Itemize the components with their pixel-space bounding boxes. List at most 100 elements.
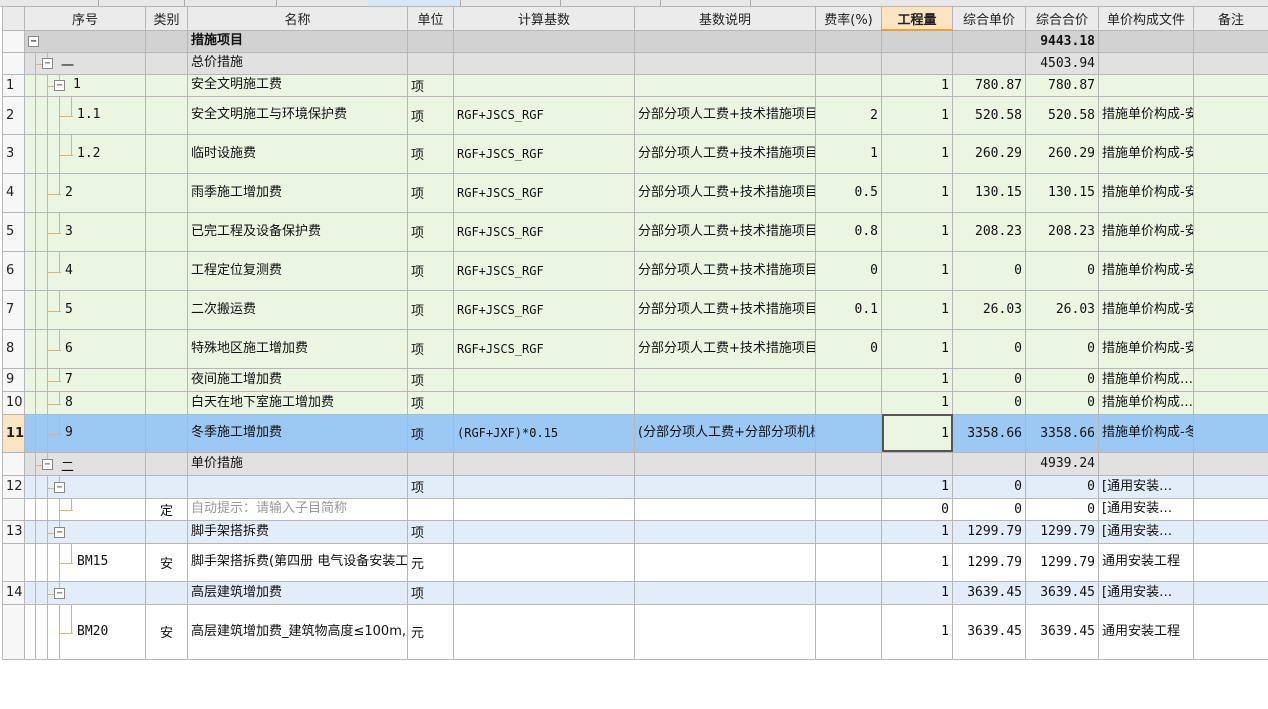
collapse-toggle-icon[interactable]: − — [54, 526, 65, 538]
col-header-base-desc[interactable]: 基数说明 — [634, 6, 816, 31]
total-price-cell[interactable]: 260.29 — [1025, 133, 1099, 174]
collapse-toggle-icon[interactable]: − — [54, 481, 65, 493]
unit-price-cell[interactable]: 3639.45 — [952, 603, 1026, 660]
seq-cell[interactable]: 4 — [24, 250, 146, 291]
seq-cell[interactable]: 3 — [24, 211, 146, 252]
rate-cell[interactable] — [815, 474, 882, 499]
name-cell[interactable]: 雨季施工增加费 — [187, 172, 408, 213]
remark-cell[interactable] — [1193, 73, 1268, 97]
price-file-cell[interactable] — [1098, 451, 1194, 476]
seq-cell[interactable]: 8 — [24, 390, 146, 415]
category-cell[interactable] — [145, 250, 188, 291]
base-desc-cell[interactable]: 分部分项人工费+技术措施项目人工费 — [634, 328, 816, 369]
name-cell[interactable]: 总价措施 — [187, 51, 408, 75]
base-cell[interactable] — [453, 519, 635, 544]
seq-cell[interactable]: BM20 — [24, 603, 146, 660]
table-row[interactable]: 5 3 已完工程及设备保护费项RGF+JSCS_RGF分部分项人工费+技术措施项目人… — [2, 211, 1268, 252]
remark-cell[interactable] — [1193, 29, 1268, 53]
quantity-cell[interactable]: 1 — [881, 603, 953, 660]
table-row[interactable]: 2 1.1 安全文明施工与环境保护费项 RGF+JSCS_RGF 分部分项人工费+技术措… — [2, 95, 1268, 135]
category-cell[interactable] — [145, 474, 188, 499]
total-price-cell[interactable]: 780.87 — [1025, 73, 1099, 97]
category-cell[interactable] — [145, 51, 188, 75]
total-price-cell[interactable]: 26.03 — [1025, 289, 1099, 330]
unit-cell[interactable] — [407, 497, 454, 521]
quantity-cell[interactable]: 1 — [881, 519, 953, 544]
total-price-cell[interactable]: 208.23 — [1025, 211, 1099, 252]
price-file-cell[interactable]: [通用安装… — [1098, 580, 1194, 605]
quantity-cell[interactable]: 0 — [881, 497, 953, 521]
category-cell[interactable] — [145, 451, 188, 476]
unit-cell[interactable]: 项 — [407, 367, 454, 392]
base-cell[interactable]: RGF+JSCS_RGF — [453, 289, 635, 330]
quantity-cell[interactable]: 1 — [881, 580, 953, 605]
name-cell[interactable]: 安全文明施工费 — [187, 73, 408, 97]
unit-cell[interactable]: 项 — [407, 519, 454, 544]
category-cell[interactable] — [145, 367, 188, 392]
table-row[interactable]: 定自动提示：请输入子目简称 0 0 0 [通用安装… — [2, 497, 1268, 521]
unit-price-cell[interactable]: 260.29 — [952, 133, 1026, 174]
category-cell[interactable] — [145, 328, 188, 369]
category-cell[interactable] — [145, 390, 188, 415]
category-cell[interactable] — [145, 95, 188, 135]
base-cell[interactable]: RGF+JSCS_RGF — [453, 172, 635, 213]
base-cell[interactable] — [453, 451, 635, 476]
unit-cell[interactable] — [407, 51, 454, 75]
table-row[interactable]: 31.2临时设施费项RGF+JSCS_RGF分部分项人工费+技术措施项目人工费1… — [2, 133, 1268, 174]
table-row[interactable]: − 一 总价措施 4503.94 — [2, 51, 1268, 75]
total-price-cell[interactable]: 9443.18 — [1025, 29, 1099, 53]
base-desc-cell[interactable] — [634, 580, 816, 605]
seq-cell[interactable]: 1.2 — [24, 133, 146, 174]
unit-cell[interactable]: 项 — [407, 413, 454, 453]
quantity-cell[interactable] — [881, 29, 953, 53]
base-desc-cell[interactable]: 分部分项人工费+技术措施项目人工费 — [634, 95, 816, 135]
remark-cell[interactable] — [1193, 250, 1268, 291]
unit-price-cell[interactable]: 780.87 — [952, 73, 1026, 97]
col-header-rate[interactable]: 费率(%) — [815, 6, 882, 31]
rate-cell[interactable] — [815, 497, 882, 521]
price-file-cell[interactable]: 措施单价构成-安装工程 — [1098, 250, 1194, 291]
price-file-cell[interactable]: 措施单价构成-安装工程 — [1098, 95, 1194, 135]
price-file-cell[interactable]: 措施单价构成-安装工程 — [1098, 211, 1194, 252]
col-header-name[interactable]: 名称 — [187, 6, 408, 31]
unit-price-cell[interactable]: 3358.66 — [952, 413, 1026, 453]
rate-cell[interactable]: 2 — [815, 95, 882, 135]
unit-price-cell[interactable] — [952, 51, 1026, 75]
seq-cell[interactable]: −1 — [24, 73, 146, 97]
unit-cell[interactable] — [407, 451, 454, 476]
name-cell[interactable]: 高层建筑增加费_建筑物高度≤100m,建筑层数≤30层(第四册 电气设备安装工程… — [187, 603, 408, 660]
name-cell[interactable]: 脚手架搭拆费(第四册 电气设备安装工程) — [187, 542, 408, 582]
seq-cell[interactable]: 7 — [24, 367, 146, 392]
unit-cell[interactable]: 项 — [407, 474, 454, 499]
col-header-seq[interactable]: 序号 — [24, 6, 146, 31]
name-cell[interactable] — [187, 474, 408, 499]
seq-cell[interactable]: 2 — [24, 172, 146, 213]
base-desc-cell[interactable]: (分部分项人工费+分部分项机械费)*0.15 — [634, 413, 816, 453]
price-file-cell[interactable]: 措施单价构成-安装工程 — [1098, 133, 1194, 174]
base-cell[interactable]: RGF+JSCS_RGF — [453, 95, 635, 135]
unit-price-cell[interactable]: 208.23 — [952, 211, 1026, 252]
unit-cell[interactable]: 项 — [407, 580, 454, 605]
seq-cell[interactable]: − — [24, 29, 146, 53]
base-cell[interactable] — [453, 367, 635, 392]
table-row[interactable]: 4 2 雨季施工增加费项RGF+JSCS_RGF分部分项人工费+技术措施项目人工费0… — [2, 172, 1268, 213]
price-file-cell[interactable]: 措施单价构成-冬季施… — [1098, 413, 1194, 453]
quantity-cell[interactable]: 1 — [881, 250, 953, 291]
remark-cell[interactable] — [1193, 328, 1268, 369]
unit-price-cell[interactable]: 1299.79 — [952, 519, 1026, 544]
table-row[interactable]: 1−1 安全文明施工费项 1 780.87 780.87 — [2, 73, 1268, 97]
base-cell[interactable]: RGF+JSCS_RGF — [453, 133, 635, 174]
unit-cell[interactable]: 项 — [407, 328, 454, 369]
unit-price-cell[interactable]: 0 — [952, 390, 1026, 415]
table-row[interactable]: − 措施项目 9443.18 — [2, 29, 1268, 53]
total-price-cell[interactable]: 4939.24 — [1025, 451, 1099, 476]
base-cell[interactable]: RGF+JSCS_RGF — [453, 250, 635, 291]
seq-cell[interactable]: − — [24, 474, 146, 499]
total-price-cell[interactable]: 3639.45 — [1025, 580, 1099, 605]
remark-cell[interactable] — [1193, 51, 1268, 75]
price-file-cell[interactable] — [1098, 29, 1194, 53]
price-file-cell[interactable] — [1098, 51, 1194, 75]
quantity-cell[interactable] — [881, 451, 953, 476]
total-price-cell[interactable]: 0 — [1025, 367, 1099, 392]
base-cell[interactable] — [453, 497, 635, 521]
